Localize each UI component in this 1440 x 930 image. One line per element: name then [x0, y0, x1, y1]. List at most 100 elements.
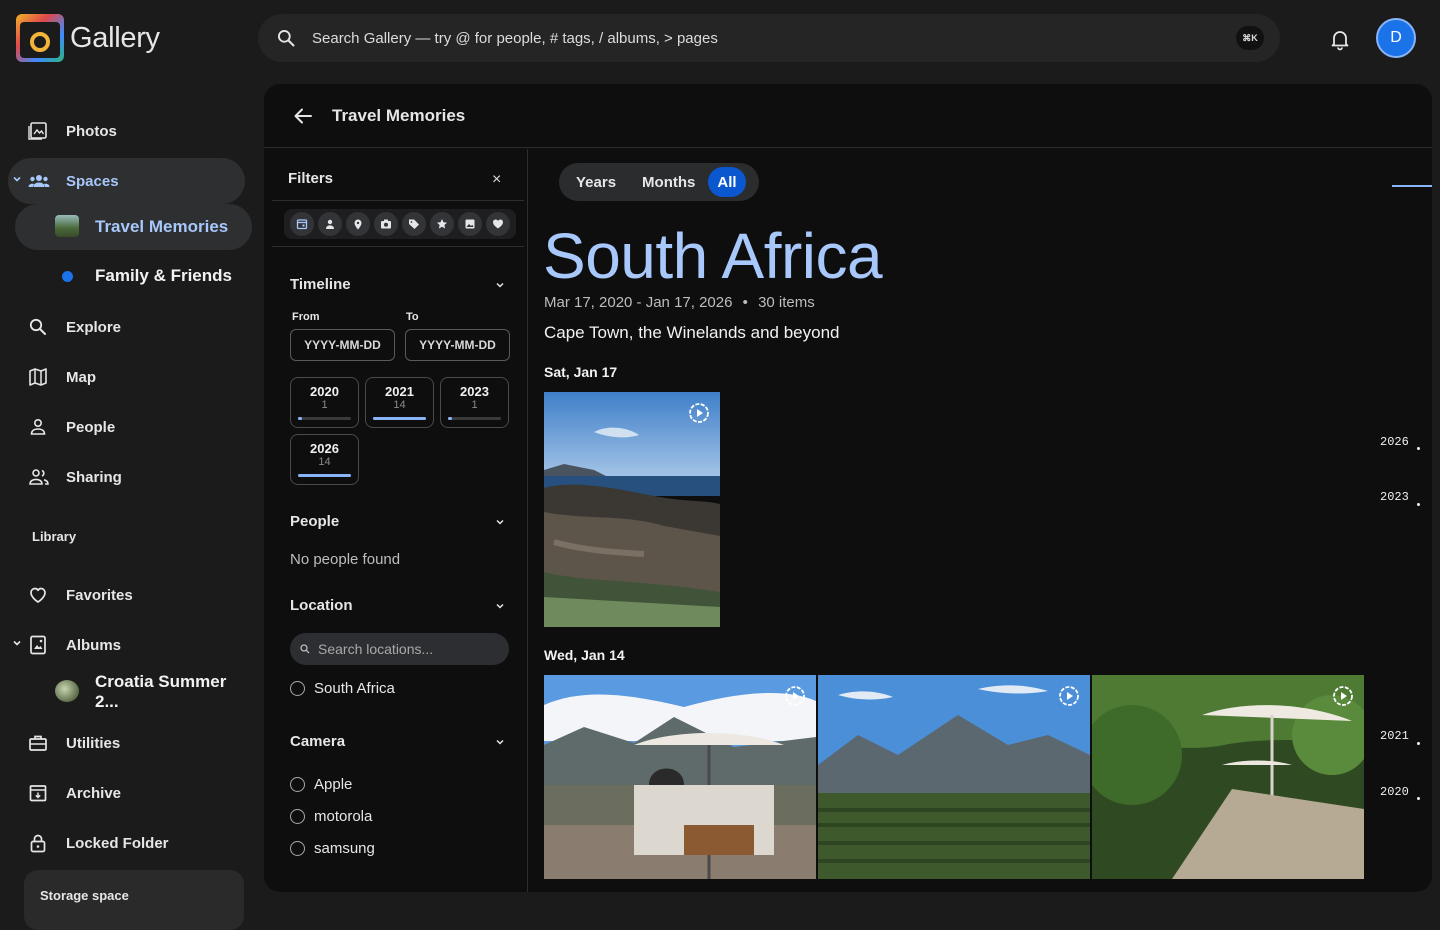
sidebar-item-sharing[interactable]: Sharing [8, 454, 245, 500]
location-option[interactable]: South Africa [290, 680, 395, 697]
chevron-down-icon[interactable] [12, 174, 22, 184]
photos-icon [28, 121, 48, 141]
location-section-title[interactable]: Location [290, 597, 353, 614]
radio-button[interactable] [290, 777, 305, 792]
from-label: From [292, 311, 320, 323]
person-icon[interactable] [318, 212, 342, 236]
radio-button[interactable] [290, 809, 305, 824]
year-chip-year: 2023 [460, 384, 489, 399]
calendar-icon[interactable] [290, 212, 314, 236]
heart-icon[interactable] [486, 212, 510, 236]
page-title: Travel Memories [332, 106, 466, 125]
notifications-bell-icon[interactable] [1328, 27, 1352, 51]
photo-tile[interactable] [544, 392, 720, 627]
year-chip-bar [298, 474, 351, 477]
location-search[interactable] [290, 633, 509, 665]
chevron-down-icon[interactable] [495, 601, 505, 611]
sidebar-item-spaces[interactable]: Spaces [8, 158, 245, 204]
winery-pizza-oven-image [544, 675, 816, 879]
person-icon [28, 417, 48, 437]
year-chip-year: 2021 [385, 384, 414, 399]
year-chip-2021[interactable]: 2021 14 [365, 377, 434, 428]
day-header: Sat, Jan 17 [544, 364, 618, 380]
sidebar-item-label: Archive [66, 784, 122, 802]
sidebar-item-label: Spaces [66, 172, 119, 190]
segment-all[interactable]: All [708, 167, 746, 197]
search-bar[interactable]: ⌘K [258, 14, 1280, 62]
search-input[interactable] [312, 24, 1192, 52]
camera-option[interactable]: motorola [290, 808, 372, 825]
location-pin-icon[interactable] [346, 212, 370, 236]
storage-card[interactable]: Storage space [24, 870, 244, 930]
location-search-input[interactable] [318, 639, 498, 659]
scrubber-year-label[interactable]: 2020 [1380, 785, 1409, 799]
sidebar-item-utilities[interactable]: Utilities [8, 720, 245, 766]
garden-umbrellas-image [1092, 675, 1364, 879]
location-option-label: South Africa [314, 680, 395, 697]
year-chip-bar-fill [298, 474, 351, 477]
image-icon[interactable] [458, 212, 482, 236]
app-logo[interactable]: Gallery [16, 14, 160, 62]
photo-tile[interactable] [818, 675, 1090, 879]
camera-option[interactable]: samsung [290, 840, 375, 857]
camera-section-title[interactable]: Camera [290, 733, 345, 750]
scrubber-position-indicator[interactable] [1392, 185, 1432, 187]
sidebar-item-albums[interactable]: Albums [8, 622, 245, 668]
avatar[interactable]: D [1376, 18, 1416, 58]
year-chip-count: 14 [393, 399, 406, 411]
chevron-down-icon[interactable] [495, 517, 505, 527]
sidebar-item-travel-memories[interactable]: Travel Memories [15, 204, 252, 250]
sidebar-item-people[interactable]: People [8, 404, 245, 450]
back-arrow-icon[interactable] [292, 105, 314, 127]
radio-button[interactable] [290, 841, 305, 856]
radio-button[interactable] [290, 681, 305, 696]
camera-option-label: Apple [314, 776, 353, 793]
camera-icon[interactable] [374, 212, 398, 236]
scrubber-year-label[interactable]: 2026 [1380, 435, 1409, 449]
segment-months[interactable]: Months [629, 167, 708, 197]
year-chip-bar-fill [373, 417, 426, 420]
scrubber-dot [1417, 503, 1420, 506]
from-date-input[interactable] [290, 329, 395, 361]
timeline-section-title[interactable]: Timeline [290, 276, 351, 293]
group-icon [28, 171, 50, 191]
main-panel: Travel Memories Filters × Timeline From … [264, 84, 1432, 892]
sidebar-item-label: Travel Memories [95, 217, 229, 236]
year-chip-2020[interactable]: 2020 1 [290, 377, 359, 428]
shortcut-badge: ⌘K [1236, 26, 1264, 50]
chevron-down-icon[interactable] [12, 638, 22, 648]
sidebar-item-locked-folder[interactable]: Locked Folder [8, 820, 245, 866]
sidebar-item-label: Locked Folder [66, 834, 169, 852]
sidebar-item-croatia[interactable]: Croatia Summer 2... [15, 669, 252, 715]
sidebar-item-label: Croatia Summer 2... [95, 672, 227, 711]
chevron-down-icon[interactable] [495, 737, 505, 747]
sidebar-item-favorites[interactable]: Favorites [8, 572, 245, 618]
star-icon[interactable] [430, 212, 454, 236]
photo-tile[interactable] [544, 675, 816, 879]
scrubber-year-label[interactable]: 2023 [1380, 490, 1409, 504]
year-chip-2023[interactable]: 2023 1 [440, 377, 509, 428]
album-icon [28, 635, 48, 655]
camera-option[interactable]: Apple [290, 776, 352, 793]
segment-years[interactable]: Years [563, 167, 629, 197]
sidebar-item-family-friends[interactable]: Family & Friends [15, 253, 252, 299]
sidebar-item-explore[interactable]: Explore [8, 304, 245, 350]
divider [272, 200, 524, 201]
year-chip-2026[interactable]: 2026 14 [290, 434, 359, 485]
sidebar-item-archive[interactable]: Archive [8, 770, 245, 816]
tag-icon[interactable] [402, 212, 426, 236]
year-chip-count: 14 [318, 456, 331, 468]
day-header: Wed, Jan 14 [544, 647, 625, 663]
people-section-title[interactable]: People [290, 513, 339, 530]
to-date-input[interactable] [405, 329, 510, 361]
close-icon[interactable]: × [492, 171, 501, 189]
chevron-down-icon[interactable] [495, 280, 505, 290]
photo-timeline: Years Months All South Africa Mar 17, 20… [529, 149, 1432, 892]
sidebar-item-map[interactable]: Map [8, 354, 245, 400]
scrubber-year-label[interactable]: 2021 [1380, 729, 1409, 743]
year-chip-count: 1 [471, 399, 478, 411]
photo-tile[interactable] [1092, 675, 1364, 879]
storage-label: Storage space [40, 888, 129, 903]
scrubber-dot [1417, 742, 1420, 745]
sidebar-item-photos[interactable]: Photos [8, 108, 245, 154]
